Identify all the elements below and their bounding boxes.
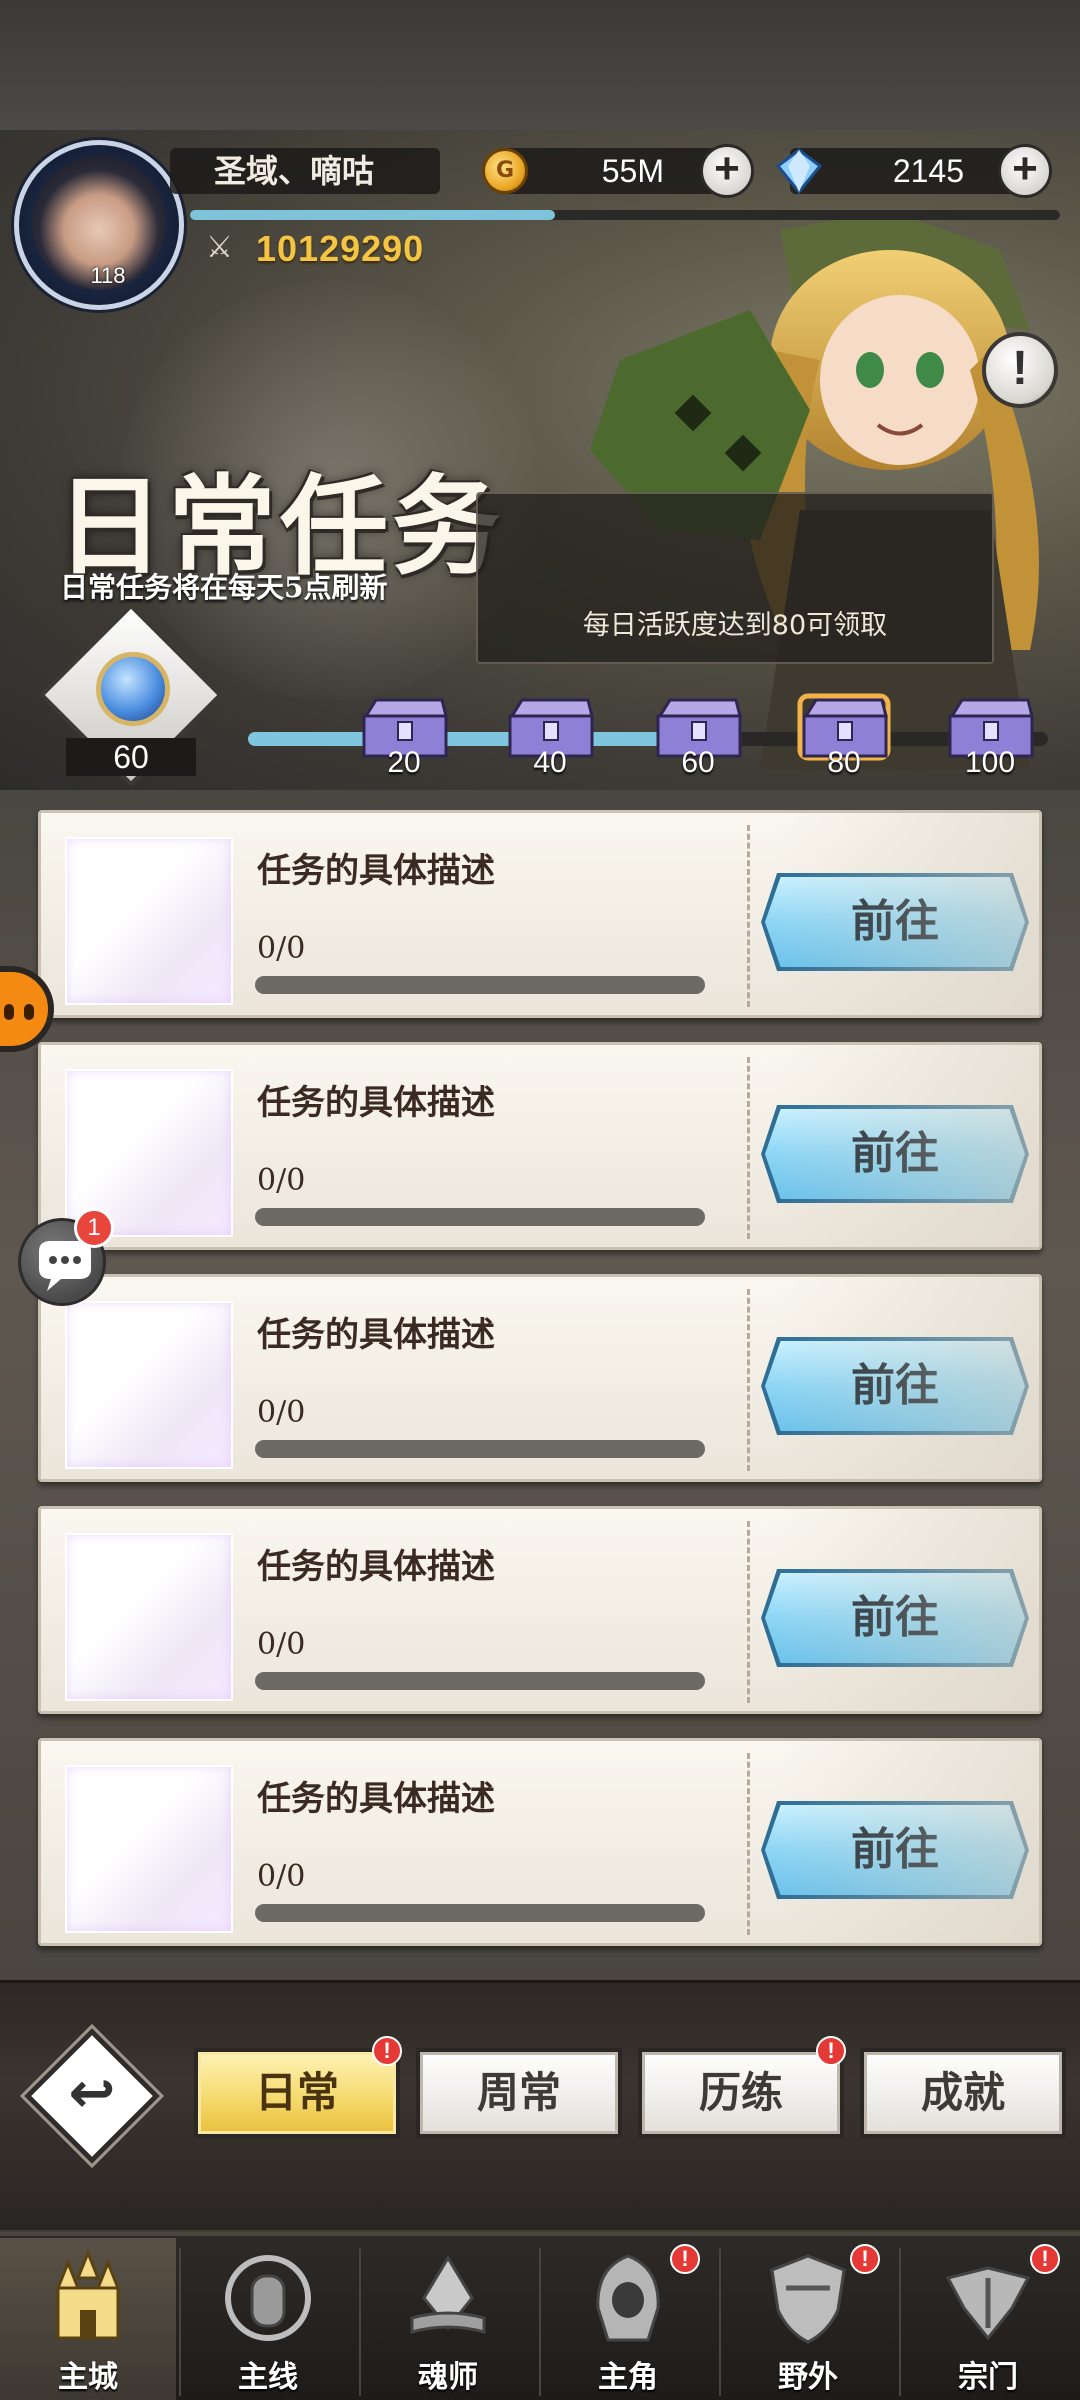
activity-value: 60 xyxy=(66,738,196,776)
activity-orb-icon xyxy=(96,652,170,726)
task-progress-bar xyxy=(255,1672,705,1690)
nav-separator xyxy=(359,2248,361,2396)
task-progress-count: 0/0 xyxy=(257,931,306,966)
tab-4[interactable]: 成就 xyxy=(860,2048,1066,2138)
reward-tip-box: 每日活跃度达到80可领取 xyxy=(476,492,994,664)
task-progress-bar xyxy=(255,1208,705,1226)
nav-label: 主城 xyxy=(58,2360,118,2395)
task-progress-bar xyxy=(255,976,705,994)
milestone-value: 20 xyxy=(387,746,421,779)
task-progress-bar xyxy=(255,1904,705,1922)
task-reward-icon xyxy=(65,1533,233,1701)
task-reward-icon xyxy=(65,837,233,1005)
go-button[interactable]: 前往 xyxy=(765,877,1025,967)
nav-label: 魂师 xyxy=(418,2360,478,2395)
go-button[interactable]: 前往 xyxy=(765,1805,1025,1895)
task-card: 任务的具体描述 0/0 前往 xyxy=(38,810,1042,1018)
hooded-figure-icon xyxy=(596,2254,660,2342)
top-bar xyxy=(0,0,1080,130)
milestone-value: 100 xyxy=(964,746,1016,779)
task-progress-count: 0/0 xyxy=(257,1163,306,1198)
page-subtitle: 日常任务将在每天5点刷新 xyxy=(60,571,388,604)
nav-label: 宗门 xyxy=(958,2360,1018,2395)
info-button[interactable]: ! xyxy=(982,332,1058,408)
task-description: 任务的具体描述 xyxy=(257,1547,495,1587)
task-card: 任务的具体描述 0/0 前往 xyxy=(38,1274,1042,1482)
alert-badge-icon: ! xyxy=(372,2036,402,2066)
task-card: 任务的具体描述 0/0 前往 xyxy=(38,1738,1042,1946)
task-card: 任务的具体描述 0/0 前往 xyxy=(38,1506,1042,1714)
nav-separator xyxy=(179,2248,181,2396)
nav-separator xyxy=(719,2248,721,2396)
task-reward-icon xyxy=(65,1765,233,1933)
go-button[interactable]: 前往 xyxy=(765,1341,1025,1431)
go-button[interactable]: 前往 xyxy=(765,1573,1025,1663)
divider xyxy=(747,1521,750,1703)
chat-unread-badge: 1 xyxy=(74,1208,114,1248)
character-illustration xyxy=(590,210,1039,770)
milestone-value: 80 xyxy=(827,746,861,779)
tab-1[interactable]: 日常 xyxy=(194,2048,400,2138)
nav-label: 主线 xyxy=(238,2360,298,2395)
gold-amount: 55M xyxy=(601,153,664,189)
daily-tasks-screen: 118 圣域、嘀咕 ⚔ 10129290 55M G + 2145 + ! 日常… xyxy=(0,0,1080,2400)
nav-separator xyxy=(539,2248,541,2396)
milestone-value: 40 xyxy=(533,746,567,779)
diamond-icon xyxy=(775,148,823,195)
nav-label: 主角 xyxy=(598,2360,658,2395)
task-description: 任务的具体描述 xyxy=(257,1083,495,1123)
pet-eye-icon xyxy=(4,1004,14,1020)
divider xyxy=(747,1289,750,1471)
alert-badge-icon: ! xyxy=(1030,2244,1060,2274)
task-description: 任务的具体描述 xyxy=(257,1315,495,1355)
task-progress-count: 0/0 xyxy=(257,1627,306,1662)
nav-separator xyxy=(899,2248,901,2396)
gem-amount: 2145 xyxy=(892,153,964,189)
nav-item-3[interactable]: 魂师 xyxy=(360,2238,536,2400)
milestone-value: 60 xyxy=(681,746,715,779)
add-gems-button[interactable]: + xyxy=(998,144,1052,198)
player-level: 118 xyxy=(90,263,126,288)
task-progress-bar xyxy=(255,1440,705,1458)
task-reward-icon xyxy=(65,1301,233,1469)
task-progress-count: 0/0 xyxy=(257,1395,306,1430)
crest-shield-icon xyxy=(770,2254,846,2344)
reward-tip-text: 每日活跃度达到80可领取 xyxy=(582,610,888,641)
alert-badge-icon: ! xyxy=(850,2244,880,2274)
task-description: 任务的具体描述 xyxy=(257,851,495,891)
crossed-swords-icon: ⚔ xyxy=(206,230,233,265)
nav-item-1[interactable]: 主城 xyxy=(0,2238,176,2400)
book-crystal-icon xyxy=(410,2255,486,2334)
nav-item-2[interactable]: 主线 xyxy=(180,2238,356,2400)
task-card: 任务的具体描述 0/0 前往 xyxy=(38,1042,1042,1250)
castle-icon xyxy=(55,2248,121,2340)
go-button[interactable]: 前往 xyxy=(765,1109,1025,1199)
task-description: 任务的具体描述 xyxy=(257,1779,495,1819)
alert-badge-icon: ! xyxy=(670,2244,700,2274)
xp-fill xyxy=(190,210,556,220)
pet-eye-icon xyxy=(24,1004,34,1020)
divider xyxy=(747,1057,750,1239)
divider xyxy=(747,825,750,1007)
gold-coin-icon: G xyxy=(482,148,528,194)
combat-power: 10129290 xyxy=(256,228,425,269)
tab-3[interactable]: 历练 xyxy=(638,2048,844,2138)
shield-gate-icon xyxy=(225,2255,311,2341)
tab-2[interactable]: 周常 xyxy=(416,2048,622,2138)
xp-bar xyxy=(190,210,1060,220)
player-name: 圣域、嘀咕 xyxy=(170,148,440,194)
back-arrow-icon: ↩ xyxy=(68,2061,116,2126)
add-gold-button[interactable]: + xyxy=(700,144,754,198)
task-progress-count: 0/0 xyxy=(257,1859,306,1894)
nav-label: 野外 xyxy=(778,2360,838,2395)
alert-badge-icon: ! xyxy=(816,2036,846,2066)
divider xyxy=(747,1753,750,1935)
winged-emblem-icon xyxy=(945,2266,1031,2341)
